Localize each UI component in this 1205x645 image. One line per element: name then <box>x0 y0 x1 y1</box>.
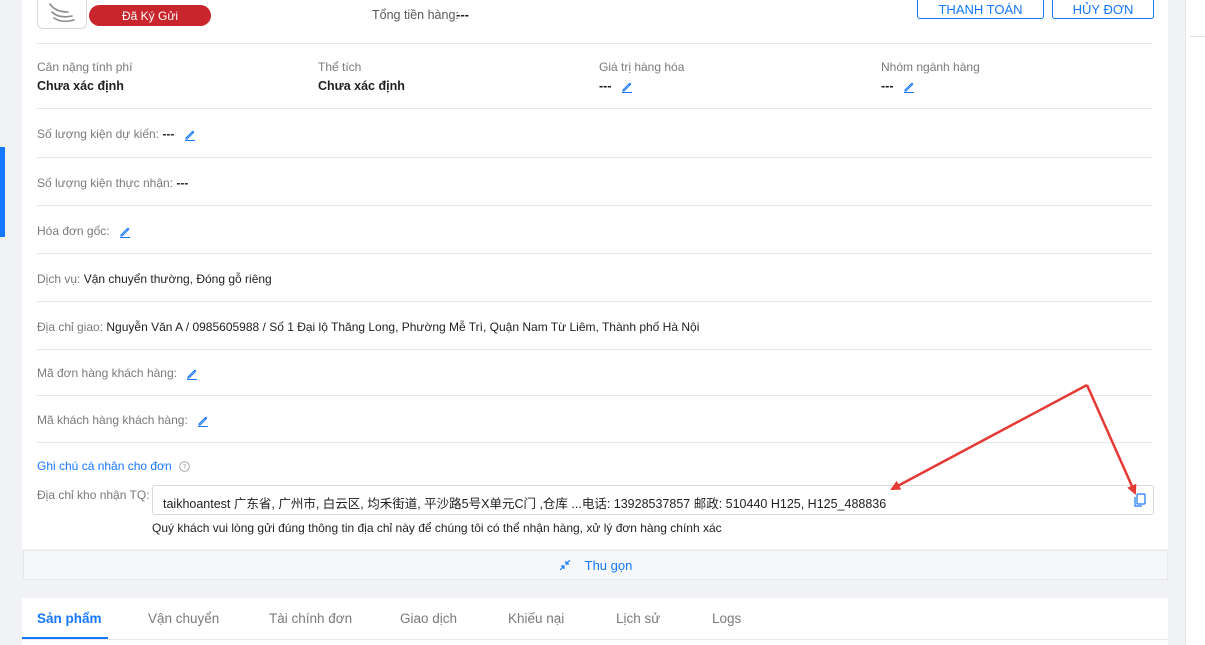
weight-label: Cân nặng tính phí <box>37 60 133 74</box>
divider <box>37 205 1152 206</box>
copy-icon[interactable] <box>1134 493 1146 507</box>
original-invoice-row: Hóa đơn gốc: <box>37 224 131 238</box>
warehouse-address-value: taikhoantest 广东省, 广州市, 白云区, 均禾街道, 平沙路5号X… <box>163 497 887 511</box>
collapse-button[interactable]: Thu gọn <box>23 550 1168 580</box>
divider <box>1190 36 1205 37</box>
right-side-panel <box>1185 0 1205 645</box>
weight-value: Chưa xác định <box>37 79 124 93</box>
tab-transactions[interactable]: Giao dịch <box>400 611 457 626</box>
expected-packages-value: --- <box>162 127 175 141</box>
collapse-label: Thu gọn <box>584 557 633 573</box>
total-amount-value: --- <box>456 7 469 22</box>
customer-order-code-row: Mã đơn hàng khách hàng: <box>37 366 198 380</box>
divider <box>37 108 1152 109</box>
pay-button[interactable]: THANH TOÁN <box>917 0 1044 19</box>
received-packages-value: --- <box>176 176 189 190</box>
edit-icon[interactable] <box>903 81 915 93</box>
hand-package-icon <box>49 3 75 23</box>
tab-complaints[interactable]: Khiếu nại <box>508 611 564 626</box>
expected-packages-label: Số lượng kiện dự kiến: <box>37 127 159 141</box>
service-value: Vận chuyển thường, Đóng gỗ riêng <box>83 272 272 286</box>
tabs-divider <box>22 639 1168 640</box>
cancel-order-button[interactable]: HỦY ĐƠN <box>1052 0 1154 19</box>
delivery-address-value: Nguyễn Văn A / 0985605988 / Số 1 Đại lộ … <box>106 320 700 334</box>
tabs-bar: Sản phẩm Vận chuyển Tài chính đơn Giao d… <box>22 598 1168 645</box>
divider <box>37 395 1152 396</box>
svg-text:?: ? <box>183 464 187 472</box>
customer-order-code-label: Mã đơn hàng khách hàng: <box>37 366 177 380</box>
warehouse-address-field[interactable]: taikhoantest 广东省, 广州市, 白云区, 均禾街道, 平沙路5号X… <box>152 485 1154 515</box>
divider <box>37 253 1152 254</box>
divider <box>37 157 1152 158</box>
tab-shipping[interactable]: Vận chuyển <box>148 611 219 626</box>
service-logo <box>37 0 87 29</box>
divider <box>37 442 1152 443</box>
personal-note-title[interactable]: Ghi chú cá nhân cho đơn ? <box>37 459 190 473</box>
edit-icon[interactable] <box>621 81 633 93</box>
warehouse-address-label: Địa chỉ kho nhận TQ: <box>37 488 150 502</box>
tab-products[interactable]: Sản phẩm <box>37 611 102 626</box>
goods-value-row: --- <box>599 79 633 93</box>
divider <box>37 43 1152 44</box>
edit-icon[interactable] <box>184 129 196 141</box>
expected-packages-row: Số lượng kiện dự kiến: --- <box>37 127 196 141</box>
customer-code-label: Mã khách hàng khách hàng: <box>37 413 188 427</box>
received-packages-label: Số lượng kiện thực nhận: <box>37 176 174 190</box>
edit-icon[interactable] <box>186 368 198 380</box>
edit-icon[interactable] <box>119 226 131 238</box>
goods-value-value: --- <box>599 79 612 93</box>
shrink-icon <box>559 559 571 571</box>
divider <box>37 349 1152 350</box>
tab-history[interactable]: Lịch sử <box>616 611 660 626</box>
status-badge: Đã Ký Gửi <box>89 5 211 26</box>
original-invoice-label: Hóa đơn gốc: <box>37 224 110 238</box>
personal-note-label: Ghi chú cá nhân cho đơn <box>37 459 172 473</box>
question-circle-icon[interactable]: ? <box>179 461 190 473</box>
delivery-address-row: Địa chỉ giao: Nguyễn Văn A / 0985605988 … <box>37 320 699 334</box>
category-value: --- <box>881 79 894 93</box>
goods-value-label: Giá trị hàng hóa <box>599 60 685 74</box>
sidebar-active-indicator <box>0 147 5 237</box>
service-label: Dịch vụ: <box>37 272 81 286</box>
tab-order-finance[interactable]: Tài chính đơn <box>269 611 352 626</box>
total-amount-label: Tổng tiền hàng: <box>372 8 459 22</box>
service-row: Dịch vụ: Vận chuyển thường, Đóng gỗ riên… <box>37 272 272 286</box>
category-row: --- <box>881 79 915 93</box>
volume-label: Thể tích <box>318 60 362 74</box>
divider <box>37 301 1152 302</box>
warehouse-address-hint: Quý khách vui lòng gửi đúng thông tin đị… <box>152 521 722 535</box>
received-packages-row: Số lượng kiện thực nhận: --- <box>37 176 188 190</box>
tab-logs[interactable]: Logs <box>712 611 741 626</box>
volume-value: Chưa xác định <box>318 79 405 93</box>
edit-icon[interactable] <box>197 415 209 427</box>
left-gutter <box>5 0 22 645</box>
delivery-address-label: Địa chỉ giao: <box>37 320 104 334</box>
customer-code-row: Mã khách hàng khách hàng: <box>37 413 209 427</box>
category-label: Nhóm ngành hàng <box>881 60 980 74</box>
